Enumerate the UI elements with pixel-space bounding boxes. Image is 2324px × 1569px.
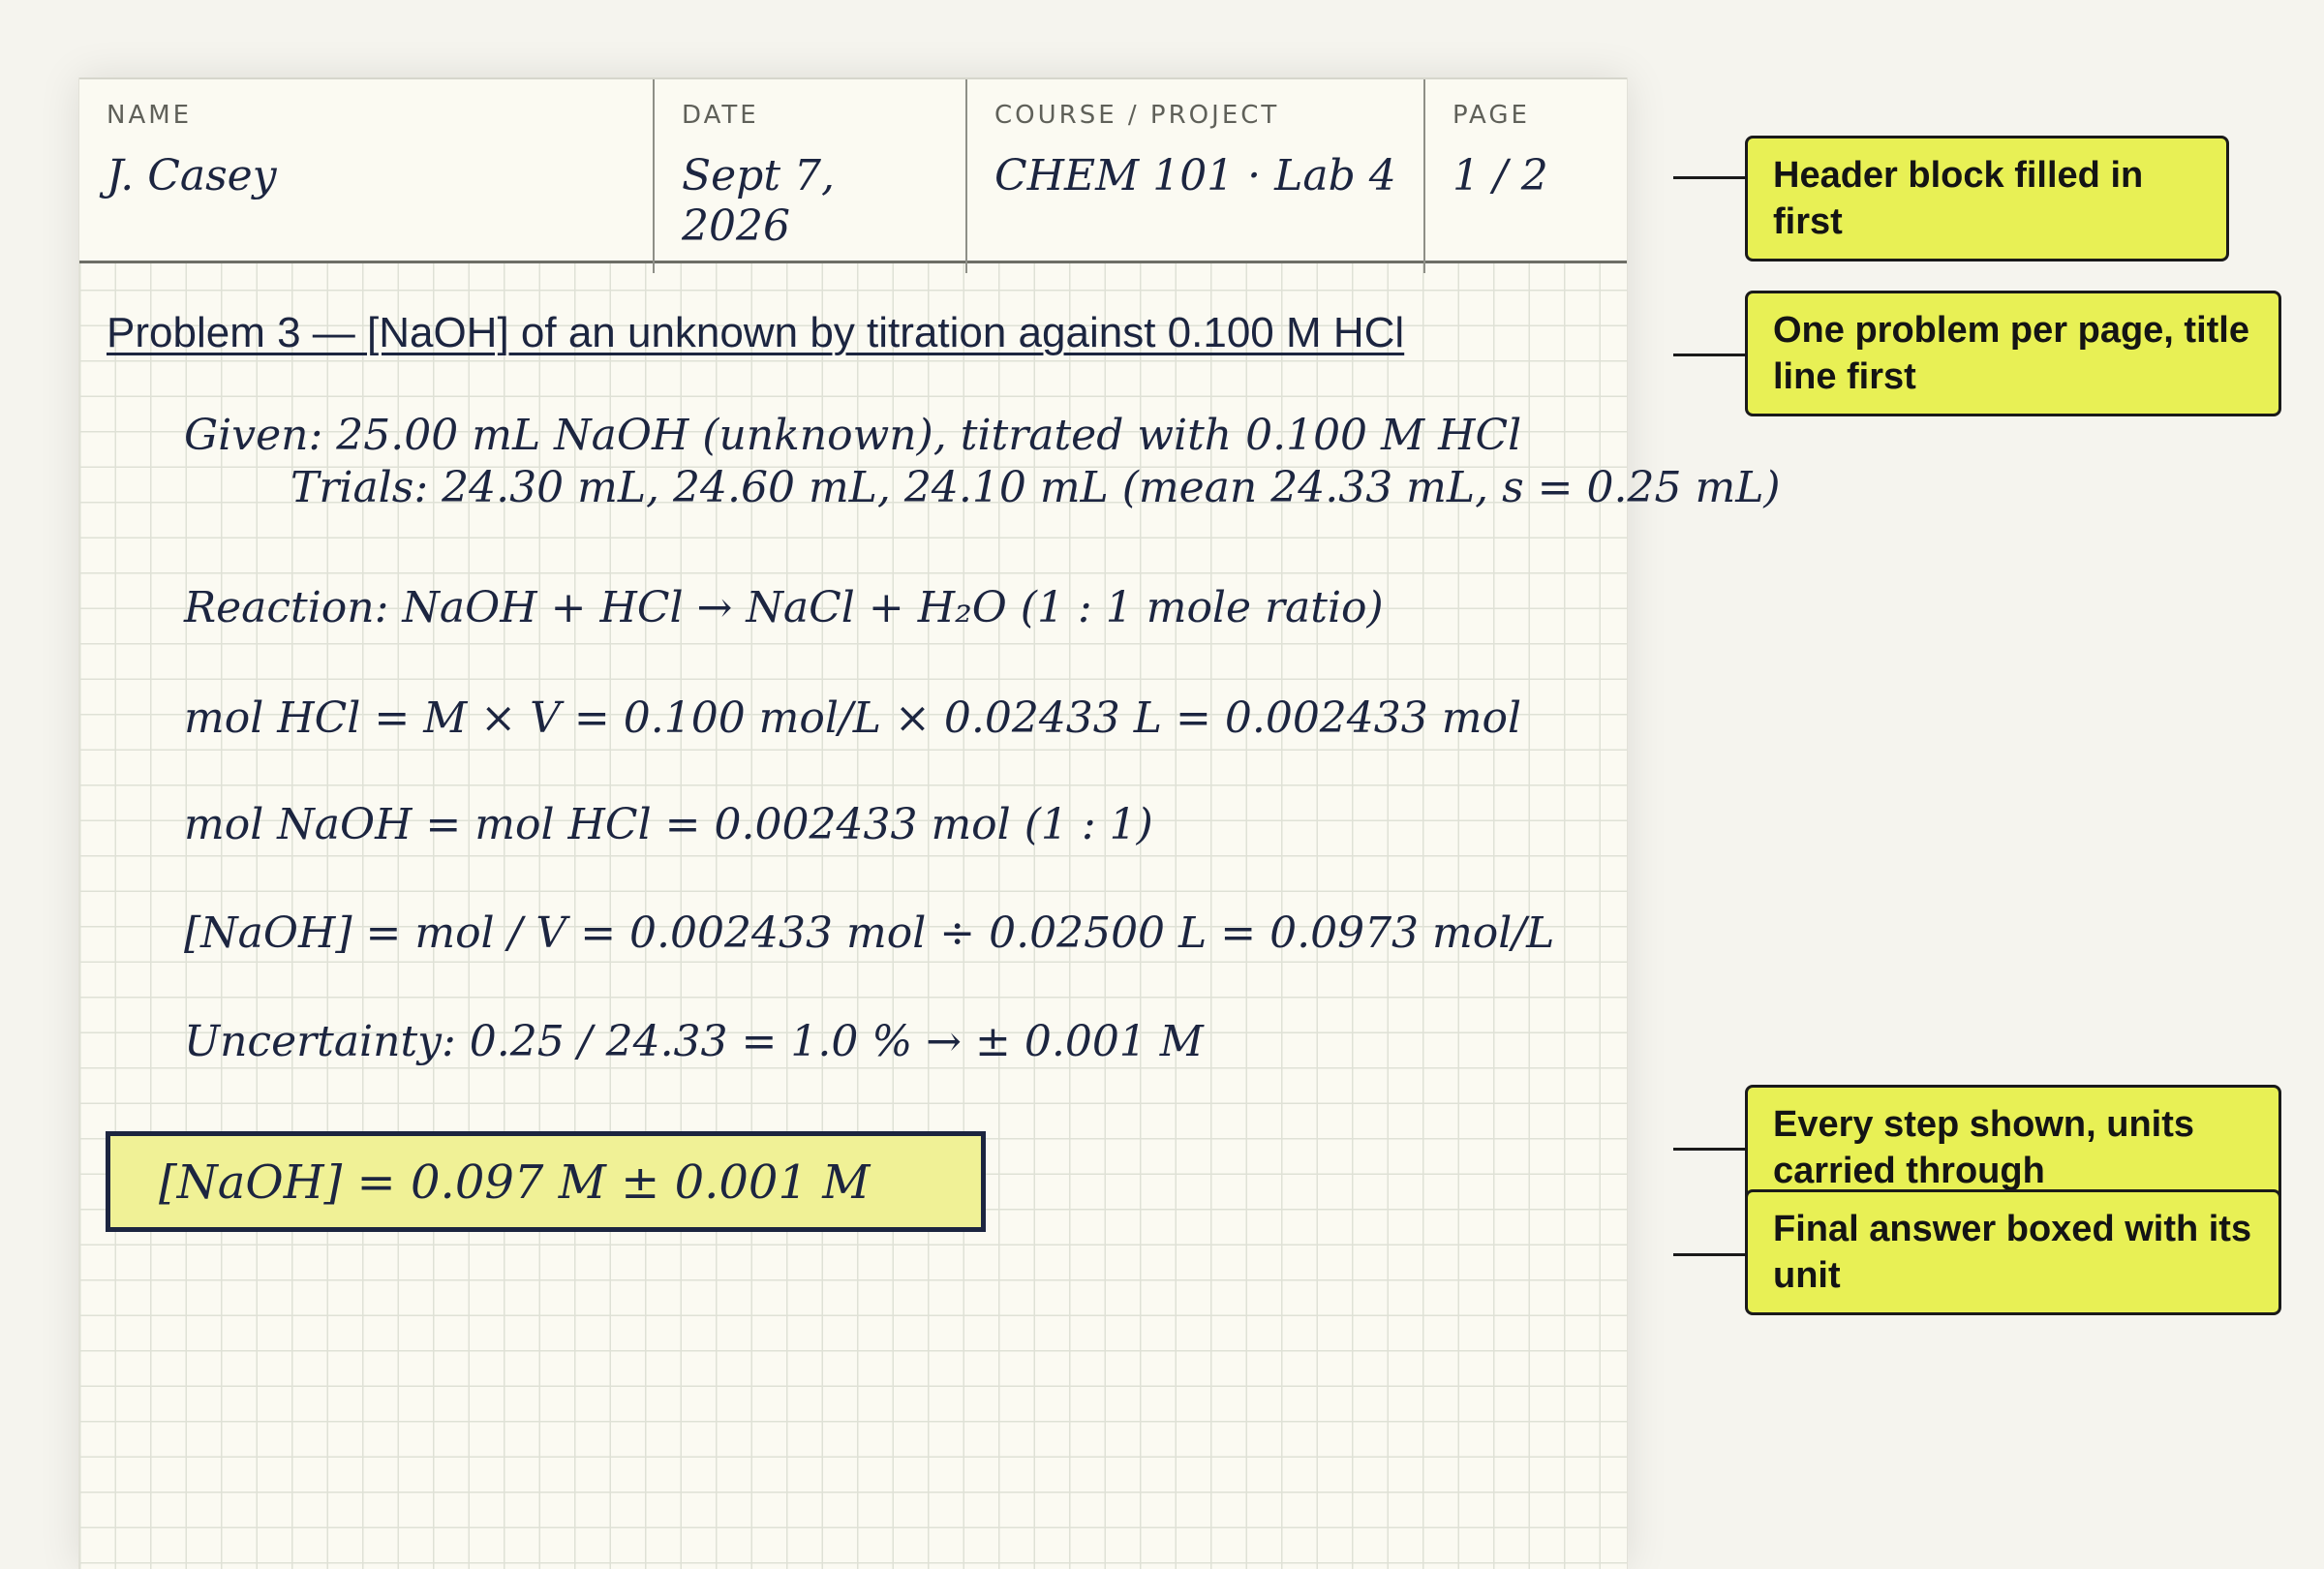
date-value: Sept 7, 2026 bbox=[682, 151, 835, 251]
answer-callout-leader bbox=[1673, 1253, 1747, 1256]
final-answer: [NaOH] = 0.097 M ± 0.001 M bbox=[159, 1155, 871, 1210]
problem-title: Problem 3 — [NaOH] of an unknown by titr… bbox=[107, 308, 1559, 358]
name-value: J. Casey bbox=[107, 151, 277, 200]
step-mol-naoh: mol NaOH = mol HCl = 0.002433 mol (1 : 1… bbox=[184, 800, 1153, 849]
steps-callout-leader bbox=[1673, 1148, 1747, 1151]
final-answer-box: [NaOH] = 0.097 M ± 0.001 M bbox=[106, 1131, 986, 1232]
header-block: NAME J. Casey DATE Sept 7, 2026 COURSE /… bbox=[79, 77, 1627, 273]
course-label: COURSE / PROJECT bbox=[994, 101, 1280, 130]
date-label: DATE bbox=[682, 101, 759, 130]
title-callout-leader bbox=[1673, 354, 1747, 356]
course-value: CHEM 101 · Lab 4 bbox=[994, 151, 1396, 200]
page-value: 1 / 2 bbox=[1452, 151, 1548, 200]
page-label: PAGE bbox=[1452, 101, 1530, 130]
step-concentration: [NaOH] = mol / V = 0.002433 mol ÷ 0.0250… bbox=[184, 908, 1555, 958]
course-cell: COURSE / PROJECT CHEM 101 · Lab 4 bbox=[965, 79, 1423, 273]
page-cell: PAGE 1 / 2 bbox=[1423, 79, 1627, 273]
step-mol-hcl: mol HCl = M × V = 0.100 mol/L × 0.02433 … bbox=[184, 693, 1522, 743]
header-callout-leader bbox=[1673, 176, 1747, 179]
problem-title-text: Problem 3 — [NaOH] of an unknown by titr… bbox=[107, 309, 1405, 356]
name-label: NAME bbox=[107, 101, 193, 130]
step-uncertainty: Uncertainty: 0.25 / 24.33 = 1.0 % → ± 0.… bbox=[184, 1017, 1204, 1066]
name-cell: NAME J. Casey bbox=[79, 79, 653, 273]
title-callout: One problem per page, title line first bbox=[1745, 291, 2281, 416]
reaction-line: Reaction: NaOH + HCl → NaCl + H₂O (1 : 1… bbox=[184, 583, 1384, 632]
date-cell: DATE Sept 7, 2026 bbox=[653, 79, 965, 273]
given-line: Given: 25.00 mL NaOH (unknown), titrated… bbox=[184, 411, 1522, 460]
header-callout: Header block filled in first bbox=[1745, 136, 2229, 262]
answer-callout: Final answer boxed with its unit bbox=[1745, 1189, 2281, 1315]
trials-line: Trials: 24.30 mL, 24.60 mL, 24.10 mL (me… bbox=[290, 463, 1781, 512]
